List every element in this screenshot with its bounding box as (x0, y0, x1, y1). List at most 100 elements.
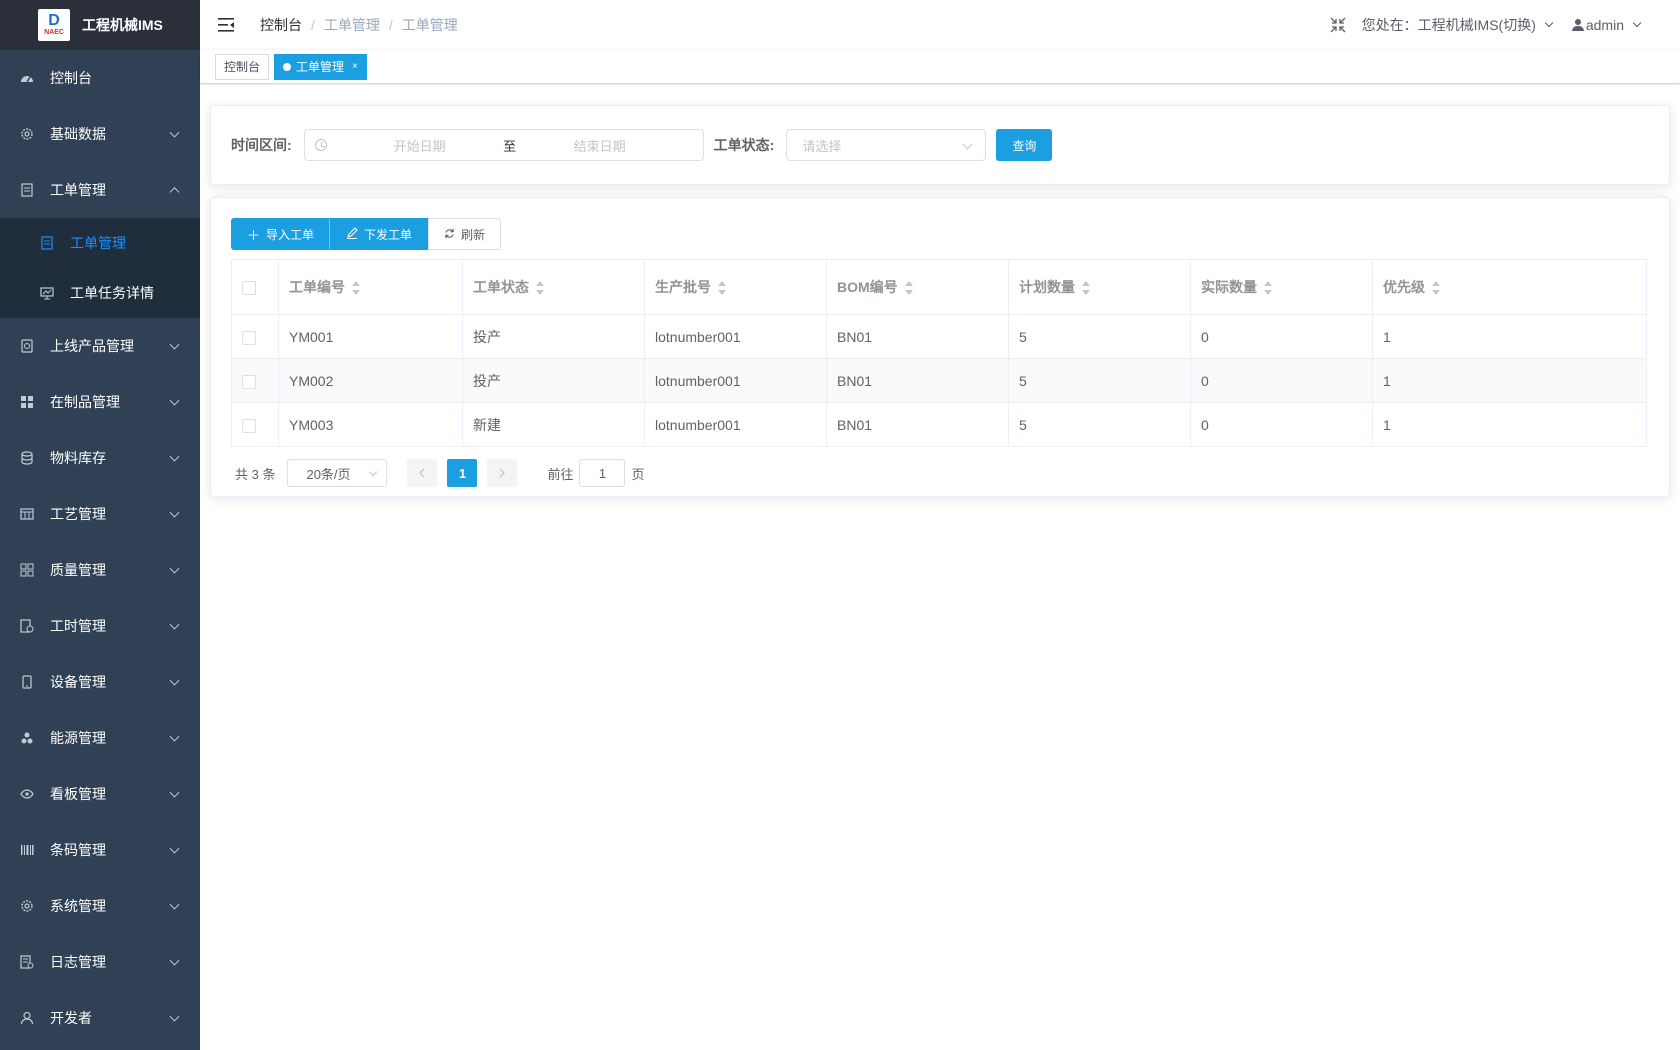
table-row[interactable]: YM002 投产 lotnumber001 BN01 5 0 1 (231, 358, 1647, 403)
chevron-down-icon (169, 955, 180, 966)
sidebar-subitem-task-details[interactable]: 工单任务详情 (0, 268, 200, 318)
dispatch-work-order-button[interactable]: 下发工单 (330, 218, 429, 250)
hamburger-icon[interactable] (218, 17, 236, 33)
table-cell: 1 (1372, 358, 1647, 403)
sidebar-item-system[interactable]: 系统管理 (0, 878, 200, 934)
sidebar-item-energy[interactable]: 能源管理 (0, 710, 200, 766)
grid-icon (20, 395, 34, 409)
org-switcher[interactable]: 您处在：工程机械IMS(切换) (1362, 15, 1554, 35)
sidebar-item-process[interactable]: 工艺管理 (0, 486, 200, 542)
refresh-icon (444, 227, 455, 242)
search-form: 时间区间: 开始日期 至 结束日期 工单状态: 请选择 查询 (210, 105, 1670, 185)
column-header[interactable]: 工单编号 (278, 259, 463, 315)
status-select[interactable]: 请选择 (786, 129, 987, 161)
table-cell: YM003 (278, 402, 463, 447)
chevron-down-icon (169, 507, 180, 518)
work-orders-submenu: 工单管理 工单任务详情 (0, 218, 200, 318)
table-cell: BN01 (826, 402, 1009, 447)
sidebar-item-dashboard-boards[interactable]: 看板管理 (0, 766, 200, 822)
table-cell: 0 (1190, 314, 1373, 359)
import-work-order-button[interactable]: ＋ 导入工单 (231, 218, 331, 250)
range-separator: 至 (503, 138, 517, 154)
sidebar-item-worktime[interactable]: 工时管理 (0, 598, 200, 654)
document-icon (20, 183, 34, 197)
sidebar-item-label: 开发者 (50, 1010, 92, 1026)
energy-icon (20, 731, 34, 745)
query-button[interactable]: 查询 (996, 129, 1053, 161)
table-cell: 新建 (462, 402, 645, 447)
column-label: 优先级 (1383, 279, 1425, 295)
select-all-cell (231, 259, 279, 315)
sidebar-subitem-work-order-management[interactable]: 工单管理 (0, 218, 200, 268)
table-row[interactable]: YM003 新建 lotnumber001 BN01 5 0 1 (231, 402, 1647, 447)
table-cell: lotnumber001 (644, 402, 827, 447)
column-header[interactable]: 工单状态 (462, 259, 645, 315)
sort-icon[interactable] (717, 281, 727, 296)
table-cell: 投产 (462, 358, 645, 403)
table-cell: lotnumber001 (644, 358, 827, 403)
chart-icon (40, 286, 54, 300)
user-menu[interactable]: admin (1571, 17, 1642, 33)
start-date-input[interactable]: 开始日期 (345, 136, 495, 155)
sort-icon[interactable] (904, 281, 914, 296)
table-header-row: 工单编号 工单状态 生产批号 BOM编号 计划数量 实际数量 优先级 (231, 259, 1647, 315)
tab-label: 工单管理 (296, 59, 345, 74)
sidebar-item-label: 工艺管理 (50, 506, 106, 522)
work-order-table: 工单编号 工单状态 生产批号 BOM编号 计划数量 实际数量 优先级 YM001… (231, 259, 1647, 447)
sort-icon[interactable] (1431, 281, 1441, 296)
page-size-select[interactable]: 20条/页 (287, 459, 388, 487)
row-checkbox[interactable] (242, 374, 256, 389)
sidebar-item-wip[interactable]: 在制品管理 (0, 374, 200, 430)
column-header[interactable]: 实际数量 (1190, 259, 1373, 315)
goto-page-input[interactable] (579, 459, 626, 487)
page-number-current[interactable]: 1 (447, 459, 478, 487)
logo-area: D NAEC 工程机械IMS (0, 0, 200, 50)
chevron-down-icon (169, 339, 180, 350)
column-header[interactable]: 计划数量 (1008, 259, 1191, 315)
sidebar-item-logs[interactable]: 日志管理 (0, 934, 200, 990)
sidebar-item-label: 质量管理 (50, 562, 106, 578)
exit-fullscreen-icon[interactable] (1330, 17, 1346, 33)
navbar-right: 您处在：工程机械IMS(切换) admin (1330, 0, 1680, 50)
sidebar-item-label: 上线产品管理 (50, 338, 134, 354)
sort-icon[interactable] (351, 281, 361, 296)
close-icon[interactable]: × (352, 55, 358, 79)
sidebar-item-developer[interactable]: 开发者 (0, 990, 200, 1046)
sort-icon[interactable] (1263, 281, 1273, 296)
column-label: 生产批号 (655, 279, 711, 295)
sidebar-item-dashboard[interactable]: 控制台 (0, 50, 200, 106)
tab-work-orders[interactable]: 工单管理 × (274, 53, 367, 80)
chevron-left-icon (419, 468, 425, 478)
table-row[interactable]: YM001 投产 lotnumber001 BN01 5 0 1 (231, 314, 1647, 359)
date-range-picker[interactable]: 开始日期 至 结束日期 (303, 129, 704, 161)
breadcrumb-item[interactable]: 控制台 (260, 15, 302, 35)
column-header[interactable]: 生产批号 (644, 259, 827, 315)
next-page-button[interactable] (487, 459, 518, 487)
table-icon (20, 507, 34, 521)
prev-page-button[interactable] (407, 459, 438, 487)
chevron-down-icon (1544, 18, 1554, 28)
row-checkbox[interactable] (242, 418, 256, 433)
tab-dashboard[interactable]: 控制台 (215, 53, 270, 80)
sidebar-item-inventory[interactable]: 物料库存 (0, 430, 200, 486)
refresh-label: 刷新 (461, 227, 486, 242)
select-all-checkbox[interactable] (242, 281, 256, 296)
sidebar-item-basic-data[interactable]: 基础数据 (0, 106, 200, 162)
sidebar-item-online-products[interactable]: 上线产品管理 (0, 318, 200, 374)
end-date-input[interactable]: 结束日期 (525, 136, 675, 155)
table-cell: BN01 (826, 358, 1009, 403)
row-checkbox[interactable] (242, 330, 256, 345)
column-header[interactable]: BOM编号 (826, 259, 1009, 315)
chevron-down-icon (169, 451, 180, 462)
sort-icon[interactable] (535, 281, 545, 296)
chevron-down-icon (169, 731, 180, 742)
sidebar-item-equipment[interactable]: 设备管理 (0, 654, 200, 710)
column-header[interactable]: 优先级 (1372, 259, 1647, 315)
breadcrumb-item: 工单管理 (323, 17, 380, 33)
sidebar-item-barcode[interactable]: 条码管理 (0, 822, 200, 878)
sort-icon[interactable] (1081, 281, 1091, 296)
refresh-button[interactable]: 刷新 (428, 218, 502, 250)
sidebar-item-work-orders[interactable]: 工单管理 (0, 162, 200, 218)
chevron-up-icon (169, 187, 180, 198)
sidebar-item-quality[interactable]: 质量管理 (0, 542, 200, 598)
